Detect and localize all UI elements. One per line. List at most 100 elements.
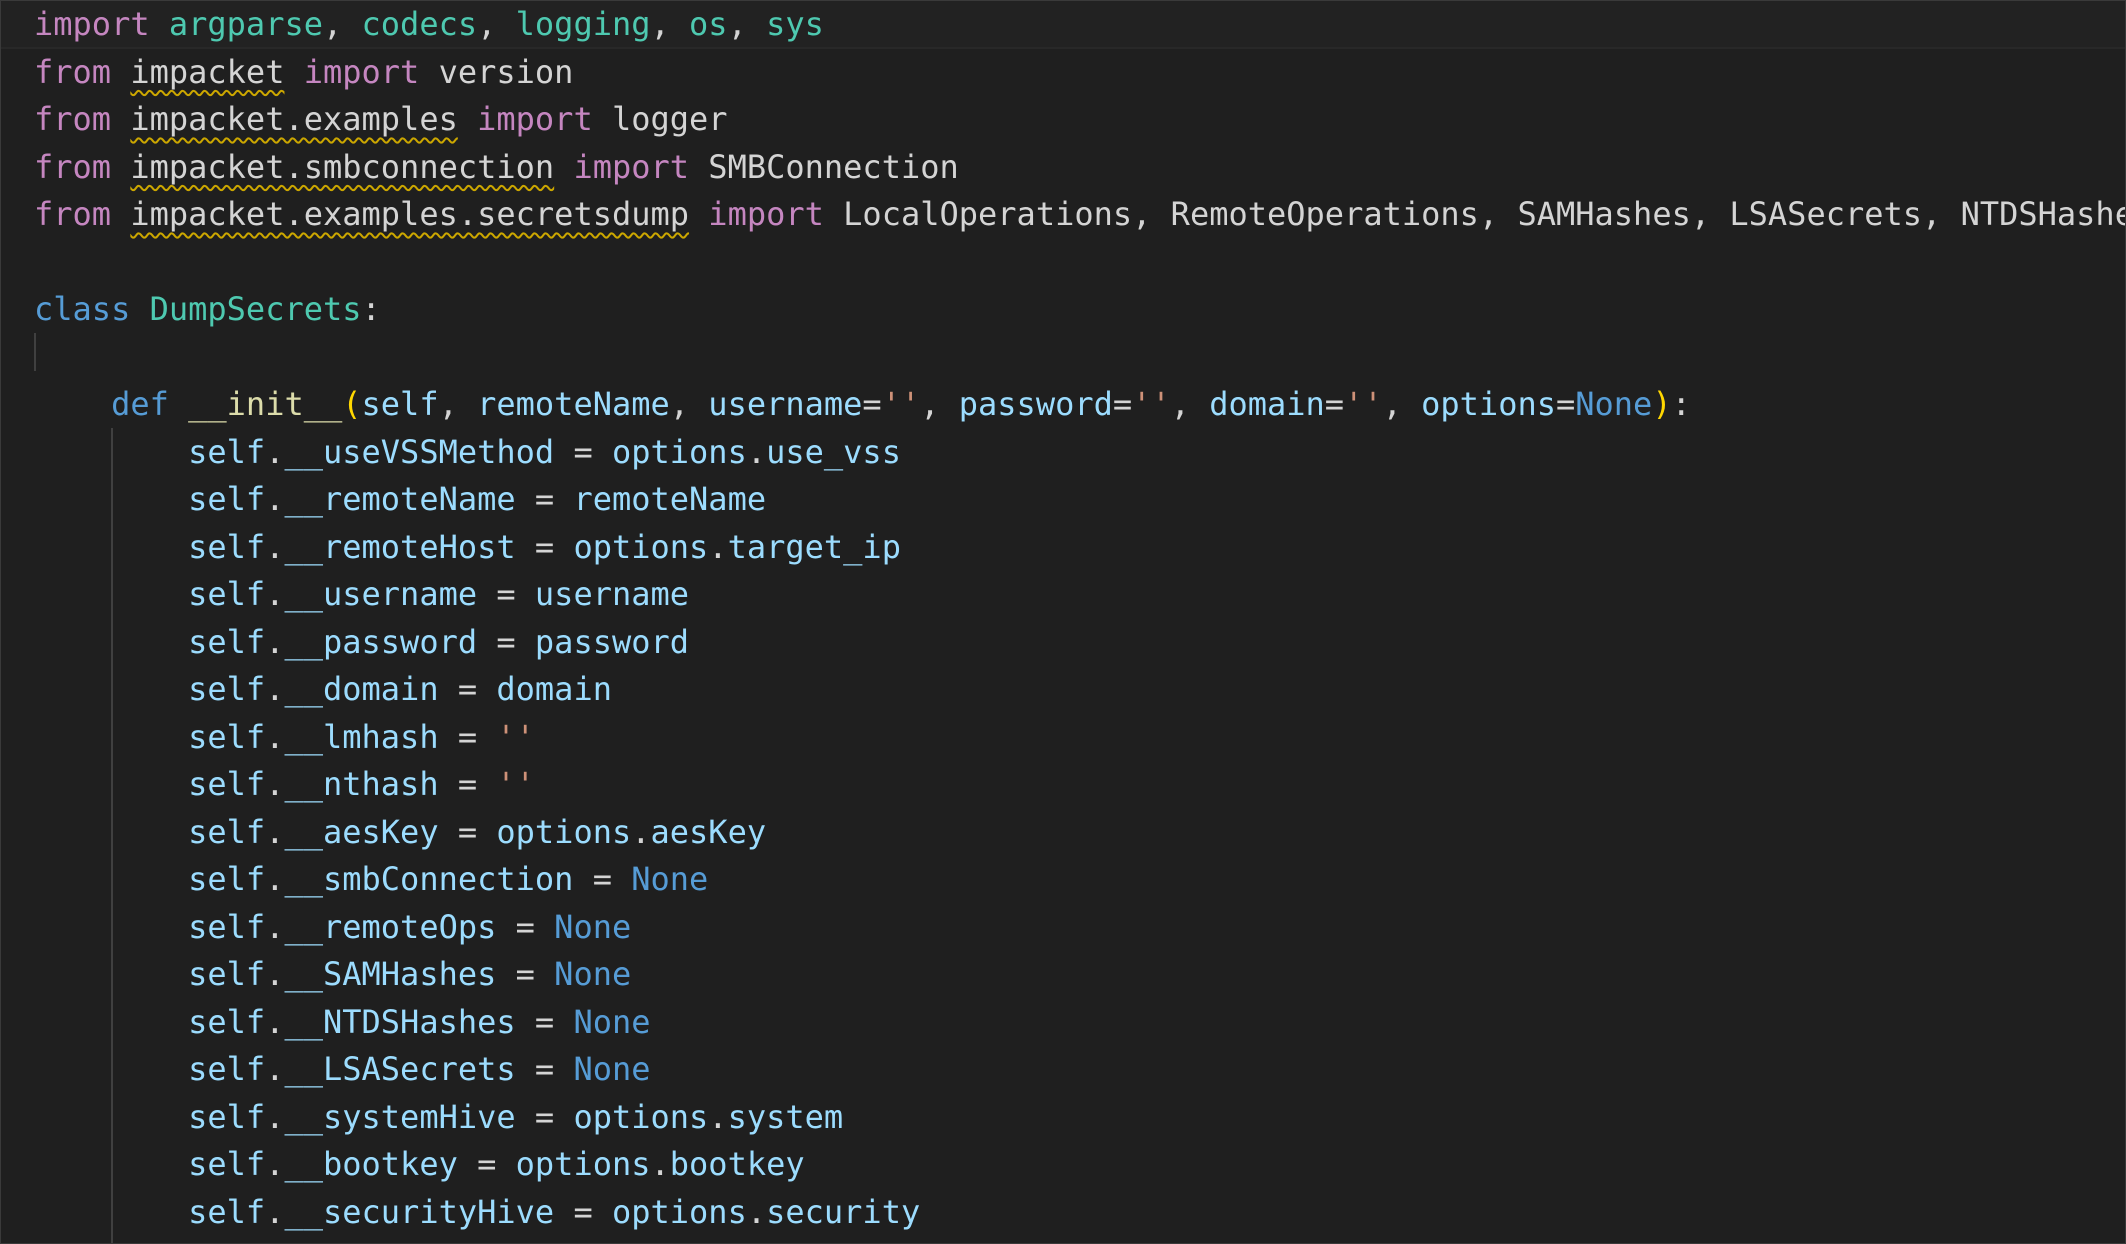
bracket-token: ( xyxy=(342,385,362,423)
code-area[interactable]: import argparse, codecs, logging, os, sy… xyxy=(1,1,2125,1237)
punctuation-token: . xyxy=(265,622,285,661)
code-line[interactable]: from impacket import version xyxy=(1,49,2125,97)
code-line[interactable]: self.__NTDSHashes = None xyxy=(1,999,2125,1047)
punctuation-token: . xyxy=(265,1050,285,1088)
punctuation-token: = xyxy=(457,1145,516,1183)
code-line[interactable] xyxy=(1,334,2125,382)
code-line[interactable]: from impacket.examples.secretsdump impor… xyxy=(1,191,2125,239)
variable-token: __bootkey xyxy=(284,1145,458,1183)
variable-token: __NTDSHashes xyxy=(284,1002,516,1041)
punctuation-token xyxy=(554,148,573,186)
code-line[interactable]: self.__bootkey = options.bootkey xyxy=(1,1141,2125,1189)
punctuation-token: = xyxy=(862,385,882,423)
punctuation-token xyxy=(111,53,130,91)
punctuation-token xyxy=(111,195,130,233)
code-line[interactable]: self.__remoteOps = None xyxy=(1,904,2125,952)
code-line[interactable]: self.__remoteHost = options.target_ip xyxy=(1,524,2125,572)
keyword-token: from xyxy=(34,100,112,138)
variable-token: __nthash xyxy=(284,765,439,803)
punctuation-token: . xyxy=(265,955,285,993)
code-line[interactable]: from impacket.smbconnection import SMBCo… xyxy=(1,144,2125,192)
keyword-token: from xyxy=(34,195,112,233)
punctuation-token: , xyxy=(1382,385,1422,423)
punctuation-token: . xyxy=(265,1097,285,1136)
variable-token: __remoteOps xyxy=(284,907,497,946)
variable-token: security xyxy=(766,1192,921,1231)
class-name-token: codecs xyxy=(361,5,478,43)
variable-token: self xyxy=(188,860,266,898)
code-line[interactable]: self.__password = password xyxy=(1,619,2125,667)
punctuation-token: logger xyxy=(592,100,728,138)
variable-token: __systemHive xyxy=(284,1097,516,1136)
punctuation-token xyxy=(111,148,130,186)
punctuation-token: = xyxy=(515,1050,574,1088)
variable-token: use_vss xyxy=(766,432,901,471)
punctuation-token xyxy=(130,290,149,328)
punctuation-token: . xyxy=(265,670,285,708)
class-name-token: sys xyxy=(766,5,824,43)
punctuation-token: . xyxy=(265,812,285,851)
code-line[interactable]: from impacket.examples import logger xyxy=(1,96,2125,144)
punctuation-token: . xyxy=(265,1192,285,1231)
function-name-token: __init__ xyxy=(188,385,343,423)
punctuation-token: . xyxy=(265,907,285,946)
code-line[interactable]: self.__domain = domain xyxy=(1,666,2125,714)
variable-token: self xyxy=(188,1050,266,1088)
code-line[interactable]: self.__aesKey = options.aesKey xyxy=(1,809,2125,857)
variable-token: remoteName xyxy=(573,480,767,518)
punctuation-token: , xyxy=(322,5,362,43)
variable-token: self xyxy=(188,1097,266,1136)
variable-token: __domain xyxy=(284,670,439,708)
code-line[interactable]: self.__remoteName = remoteName xyxy=(1,476,2125,524)
variable-token: self xyxy=(188,1145,266,1183)
variable-token: __password xyxy=(284,622,478,661)
variable-token: self xyxy=(188,575,266,613)
code-line[interactable]: import argparse, codecs, logging, os, sy… xyxy=(1,1,2125,49)
code-line[interactable]: self.__SAMHashes = None xyxy=(1,951,2125,999)
code-line[interactable]: self.__nthash = '' xyxy=(1,761,2125,809)
variable-token: self xyxy=(188,765,266,803)
punctuation-token: = xyxy=(438,717,497,756)
keyword-token: import xyxy=(708,195,824,233)
code-line[interactable]: self.__securityHive = options.security xyxy=(1,1189,2125,1237)
keyword-token: from xyxy=(34,52,112,91)
code-line[interactable]: self.__username = username xyxy=(1,571,2125,619)
punctuation-token: = xyxy=(515,480,574,518)
code-line[interactable]: self.__smbConnection = None xyxy=(1,856,2125,904)
punctuation-token: SMBConnection xyxy=(689,147,959,186)
unresolved-import-token: impacket xyxy=(130,52,285,91)
string-token: '' xyxy=(1344,385,1383,423)
code-line[interactable]: self.__lmhash = '' xyxy=(1,714,2125,762)
punctuation-token: = xyxy=(496,907,555,946)
punctuation-token: = xyxy=(1324,385,1345,423)
punctuation-token: . xyxy=(265,765,285,803)
punctuation-token: . xyxy=(265,480,285,518)
punctuation-token: , xyxy=(438,385,478,423)
method-indent-guide xyxy=(111,428,113,1243)
punctuation-token: = xyxy=(1555,385,1576,423)
variable-token: self xyxy=(188,955,266,993)
variable-token: options xyxy=(1421,385,1556,423)
code-line[interactable]: self.__systemHive = options.system xyxy=(1,1094,2125,1142)
code-line[interactable] xyxy=(1,239,2125,287)
variable-token: domain xyxy=(496,670,612,708)
code-line[interactable]: class DumpSecrets: xyxy=(1,286,2125,334)
punctuation-token: = xyxy=(496,955,555,993)
punctuation-token: . xyxy=(708,1097,728,1136)
code-line[interactable]: self.__useVSSMethod = options.use_vss xyxy=(1,429,2125,477)
punctuation-token xyxy=(284,53,303,91)
code-editor[interactable]: import argparse, codecs, logging, os, sy… xyxy=(0,0,2126,1244)
class-name-token: logging xyxy=(515,5,651,43)
variable-token: self xyxy=(188,812,266,851)
code-line[interactable]: def __init__(self, remoteName, username=… xyxy=(1,381,2125,429)
punctuation-token: = xyxy=(477,622,535,661)
punctuation-token: . xyxy=(708,527,728,566)
variable-token: self xyxy=(188,717,266,756)
variable-token: username xyxy=(534,575,690,613)
constant-token: None xyxy=(631,860,709,898)
punctuation-token: = xyxy=(515,1002,574,1041)
code-line[interactable]: self.__LSASecrets = None xyxy=(1,1046,2125,1094)
punctuation-token: = xyxy=(438,765,497,803)
string-token: '' xyxy=(496,765,535,803)
variable-token: self xyxy=(188,480,266,518)
